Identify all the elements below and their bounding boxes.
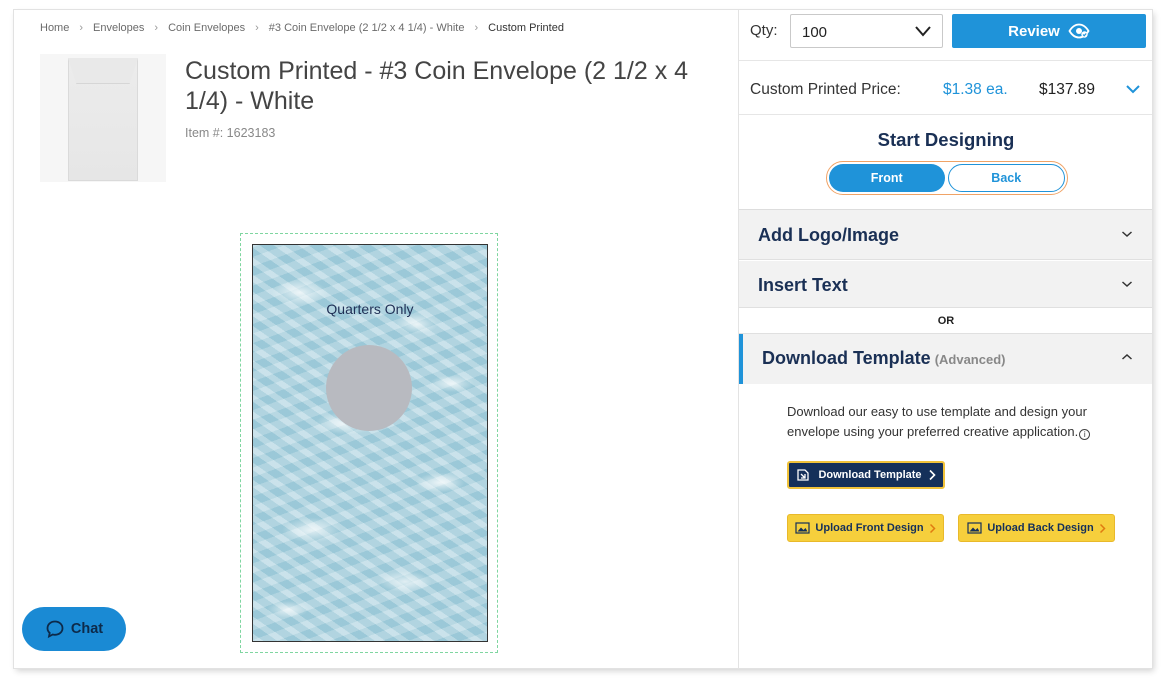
chevron-down-icon (1122, 281, 1132, 288)
chevron-right-icon: › (154, 22, 159, 34)
chevron-right-icon: › (474, 22, 479, 34)
product-title: Custom Printed - #3 Coin Envelope (2 1/2… (185, 57, 689, 115)
chevron-right-icon: › (255, 22, 259, 34)
app-frame: Home › Envelopes › Coin Envelopes › #3 C… (14, 10, 1152, 668)
breadcrumb-home[interactable]: Home (40, 22, 69, 34)
qty-select[interactable]: 100 (790, 14, 943, 48)
breadcrumb: Home › Envelopes › Coin Envelopes › #3 C… (40, 22, 564, 34)
front-side-button[interactable]: Front (829, 164, 945, 192)
upload-back-design-button[interactable]: Upload Back Design (958, 514, 1115, 542)
designer-panel: Qty: 100 Review Custom Printed Price: $1… (738, 10, 1152, 668)
chat-label: Chat (70, 621, 104, 637)
start-designing-section: Start Designing Front Back (739, 114, 1152, 210)
price-row[interactable]: Custom Printed Price: $1.38 ea. $137.89 (739, 60, 1152, 114)
insert-text-label: Insert Text (758, 275, 848, 295)
image-upload-icon (967, 522, 982, 534)
breadcrumb-current: Custom Printed (488, 22, 564, 34)
info-icon[interactable]: i (1079, 429, 1091, 440)
download-template-icon (797, 469, 810, 481)
download-template-button[interactable]: Download Template (787, 461, 945, 489)
download-template-heading: Download Template (Advanced) (762, 348, 1005, 369)
qty-value: 100 (802, 24, 828, 41)
add-logo-label: Add Logo/Image (758, 225, 899, 245)
price-total: $137.89 (1039, 81, 1096, 98)
or-divider: OR (739, 308, 1152, 334)
item-number: Item #: 1623183 (185, 126, 276, 140)
chat-button[interactable]: Chat (22, 607, 126, 651)
start-designing-title: Start Designing (877, 129, 1015, 150)
product-thumbnail (40, 54, 166, 182)
download-description: Download our easy to use template and de… (787, 402, 1117, 442)
chevron-right-icon (929, 523, 936, 533)
upload-front-design-button[interactable]: Upload Front Design (787, 514, 944, 542)
breadcrumb-product[interactable]: #3 Coin Envelope (2 1/2 x 4 1/4) - White (269, 22, 465, 34)
chevron-down-icon (915, 26, 931, 37)
review-label: Review (1008, 22, 1060, 40)
eye-icon (1068, 23, 1090, 39)
price-each: $1.38 ea. (943, 81, 1008, 98)
chevron-down-icon[interactable] (1125, 83, 1141, 95)
insert-text-accordion[interactable]: Insert Text (739, 261, 1152, 308)
product-area: Home › Envelopes › Coin Envelopes › #3 C… (14, 10, 738, 668)
chevron-up-icon (1122, 353, 1132, 360)
envelope-text[interactable]: Quarters Only (253, 301, 487, 317)
download-template-accordion[interactable]: Download Template (Advanced) (739, 334, 1152, 384)
review-button[interactable]: Review (952, 14, 1146, 48)
chevron-down-icon (1122, 231, 1132, 238)
breadcrumb-coin-envelopes[interactable]: Coin Envelopes (168, 22, 245, 34)
side-toggle: Front Back (826, 161, 1068, 195)
chat-bubble-icon (46, 620, 64, 639)
download-template-label: Download Template (762, 348, 931, 368)
chevron-right-icon (1099, 523, 1106, 533)
download-template-btn-label: Download Template (818, 469, 922, 481)
qty-label: Qty: (750, 22, 778, 39)
price-label: Custom Printed Price: (750, 81, 901, 98)
download-description-text: Download our easy to use template and de… (787, 404, 1087, 439)
chevron-right-icon: › (79, 22, 84, 34)
envelope-flap (68, 58, 138, 84)
upload-back-label: Upload Back Design (987, 522, 1094, 534)
image-upload-icon (795, 522, 811, 534)
breadcrumb-envelopes[interactable]: Envelopes (93, 22, 144, 34)
back-side-button[interactable]: Back (947, 164, 1065, 192)
add-logo-accordion[interactable]: Add Logo/Image (739, 210, 1152, 260)
envelope-preview-canvas[interactable]: Quarters Only (252, 244, 488, 642)
chevron-right-icon (928, 469, 936, 481)
advanced-label: (Advanced) (934, 352, 1006, 367)
coin-window (326, 345, 412, 431)
upload-front-label: Upload Front Design (815, 522, 924, 534)
